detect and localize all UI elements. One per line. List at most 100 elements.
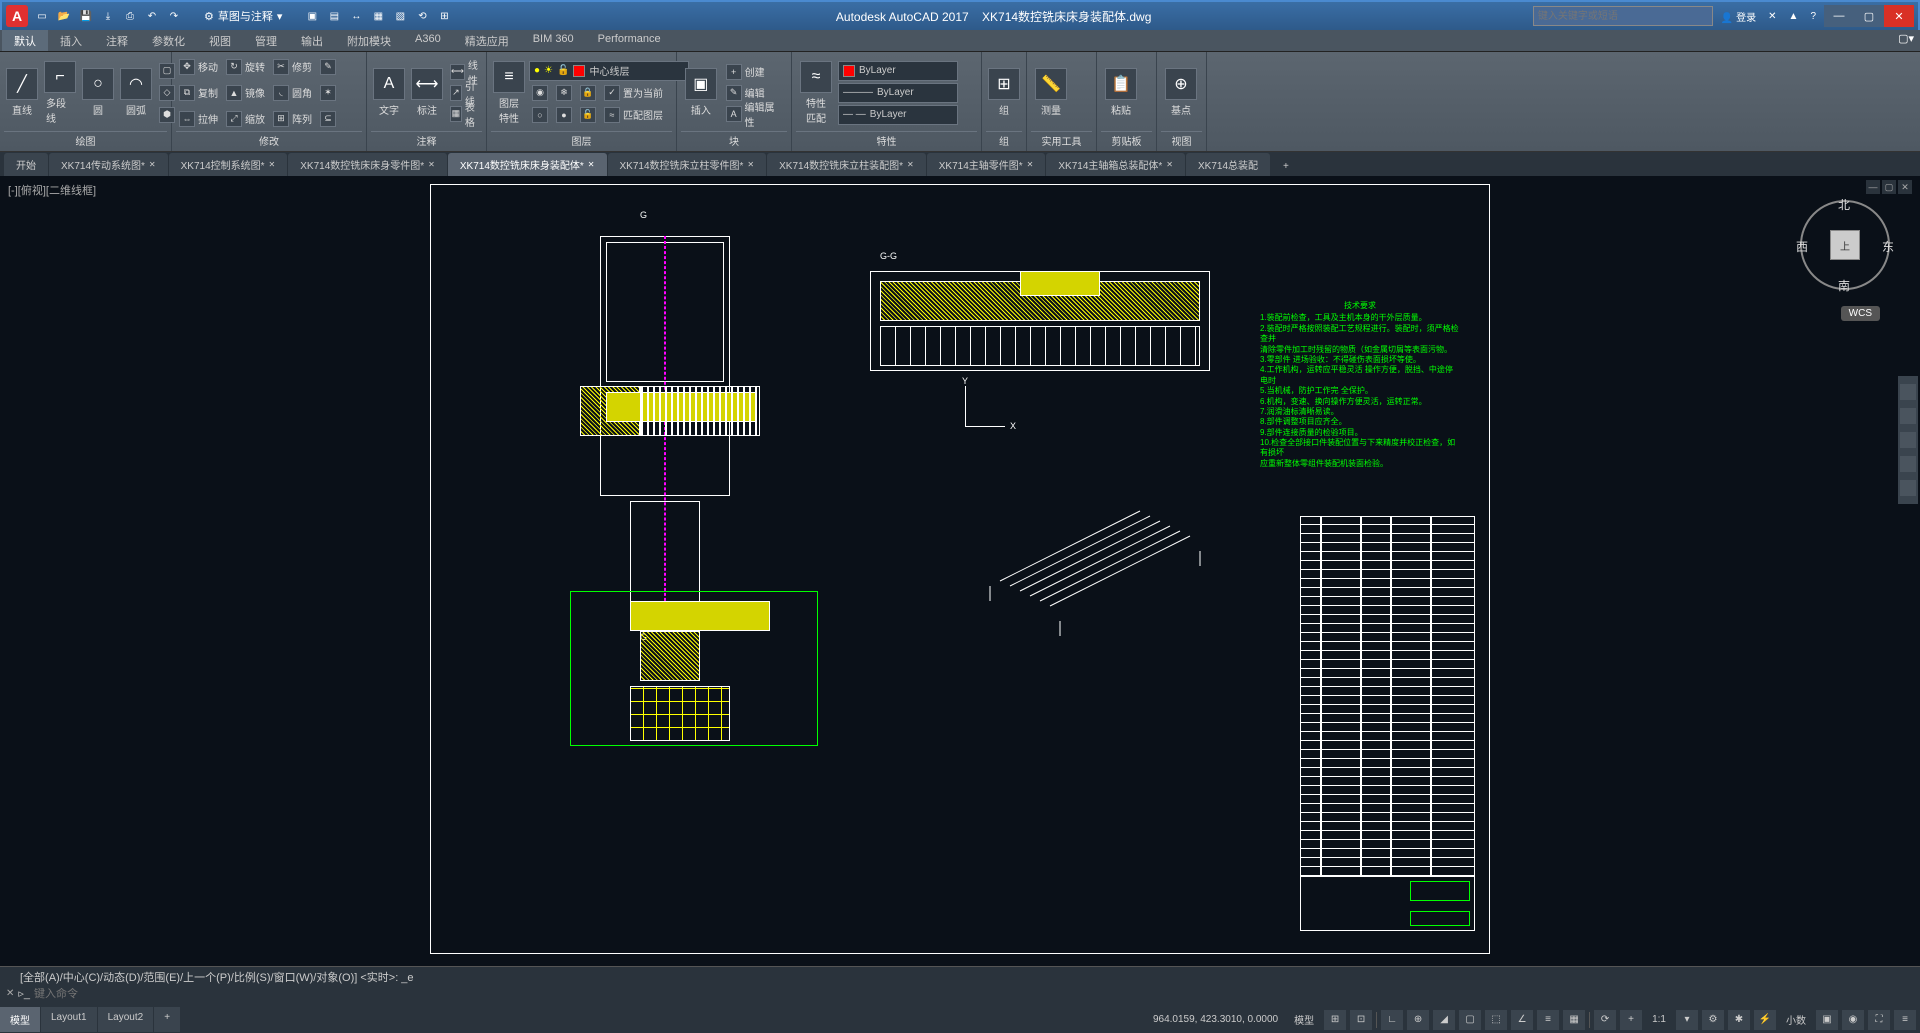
- vp-maximize-icon[interactable]: ▢: [1882, 180, 1896, 194]
- annotation-vis-icon[interactable]: ✱: [1728, 1010, 1750, 1030]
- file-tab-active[interactable]: XK714数控铣床床身装配体*✕: [448, 153, 607, 176]
- rotate-button[interactable]: ↻旋转: [223, 57, 268, 77]
- help-search-input[interactable]: [1533, 6, 1713, 26]
- qat-open-icon[interactable]: 📂: [54, 6, 74, 26]
- hardware-accel-icon[interactable]: ⚡: [1754, 1010, 1776, 1030]
- cycling-toggle-icon[interactable]: ⟳: [1594, 1010, 1616, 1030]
- layer-lock-button[interactable]: 🔒: [577, 83, 599, 103]
- signin-button[interactable]: 👤 登录: [1721, 9, 1756, 24]
- maximize-button[interactable]: ▢: [1854, 5, 1884, 27]
- annomonitor-icon[interactable]: +: [1620, 1010, 1642, 1030]
- close-icon[interactable]: ✕: [747, 160, 754, 169]
- viewcube-west[interactable]: 西: [1796, 238, 1808, 255]
- fillet-button[interactable]: ◟圆角: [270, 83, 315, 103]
- file-tab[interactable]: XK714传动系统图*✕: [49, 153, 168, 176]
- qat-saveas-icon[interactable]: ⤓: [98, 6, 118, 26]
- ribbon-help-icon[interactable]: ▢▾: [1892, 30, 1920, 51]
- cleanscreen-icon[interactable]: ⛶: [1868, 1010, 1890, 1030]
- file-tab[interactable]: XK714主轴箱总装配体*✕: [1046, 153, 1185, 176]
- stretch-button[interactable]: ⇔拉伸: [176, 109, 221, 129]
- file-tab[interactable]: XK714数控铣床床身零件图*✕: [288, 153, 447, 176]
- qat-undo-icon[interactable]: ↶: [142, 6, 162, 26]
- qat-btn-5[interactable]: ▧: [390, 6, 410, 26]
- nav-pan-icon[interactable]: [1900, 384, 1916, 400]
- workspace-switcher[interactable]: ⚙ 草图与注释 ▾: [204, 8, 282, 24]
- customize-icon[interactable]: ≡: [1894, 1010, 1916, 1030]
- make-current-button[interactable]: ✓置为当前: [601, 83, 666, 103]
- close-icon[interactable]: ✕: [1166, 160, 1173, 169]
- layer-off-button[interactable]: ○: [529, 105, 551, 125]
- help-icon[interactable]: ?: [1810, 11, 1816, 22]
- ribbon-tab-addins[interactable]: 附加模块: [335, 30, 403, 51]
- layer-on-button[interactable]: ●: [553, 105, 575, 125]
- layout-tab-1[interactable]: Layout1: [41, 1007, 97, 1032]
- viewport-label[interactable]: [-][俯视][二维线框]: [8, 182, 96, 198]
- explode-button[interactable]: ✶: [317, 83, 339, 103]
- circle-button[interactable]: ○圆: [80, 64, 116, 121]
- qat-btn-4[interactable]: ▦: [368, 6, 388, 26]
- insert-block-button[interactable]: ▣插入: [681, 64, 721, 121]
- units-label[interactable]: 小数: [1780, 1012, 1812, 1027]
- osnap-toggle-icon[interactable]: ▢: [1459, 1010, 1481, 1030]
- file-tab[interactable]: 开始: [4, 153, 48, 176]
- ribbon-tab-view[interactable]: 视图: [197, 30, 243, 51]
- layer-props-button[interactable]: ≡图层 特性: [491, 57, 527, 129]
- dimension-button[interactable]: ⟷标注: [409, 64, 445, 121]
- layer-freeze-button[interactable]: ❄: [553, 83, 575, 103]
- vp-close-icon[interactable]: ✕: [1898, 180, 1912, 194]
- group-button[interactable]: ⊞组: [986, 64, 1022, 121]
- match-layer-button[interactable]: ≈匹配图层: [601, 105, 666, 125]
- lineweight-toggle-icon[interactable]: ≡: [1537, 1010, 1559, 1030]
- layout-tab-2[interactable]: Layout2: [98, 1007, 154, 1032]
- layout-tab-model[interactable]: 模型: [0, 1007, 40, 1032]
- ribbon-tab-performance[interactable]: Performance: [586, 30, 673, 51]
- qat-new-icon[interactable]: ▭: [32, 6, 52, 26]
- trim-button[interactable]: ✂修剪: [270, 57, 315, 77]
- polar-toggle-icon[interactable]: ⊕: [1407, 1010, 1429, 1030]
- file-tab[interactable]: XK714总装配: [1186, 153, 1270, 176]
- nav-zoom-icon[interactable]: [1900, 408, 1916, 424]
- move-button[interactable]: ✥移动: [176, 57, 221, 77]
- viewcube-east[interactable]: 东: [1882, 238, 1894, 255]
- linetype-dropdown[interactable]: — —ByLayer: [838, 105, 958, 125]
- arc-button[interactable]: ◠圆弧: [118, 64, 154, 121]
- mirror-button[interactable]: ▲镜像: [223, 83, 268, 103]
- qat-btn-7[interactable]: ⊞: [434, 6, 454, 26]
- copy-button[interactable]: ⧉复制: [176, 83, 221, 103]
- ribbon-tab-insert[interactable]: 插入: [48, 30, 94, 51]
- create-block-button[interactable]: +创建: [723, 62, 787, 82]
- layer-unlock-button[interactable]: 🔓: [577, 105, 599, 125]
- lineweight-dropdown[interactable]: ———ByLayer: [838, 83, 958, 103]
- viewcube-face[interactable]: 上: [1830, 230, 1860, 260]
- new-tab-button[interactable]: +: [1271, 157, 1301, 176]
- vp-minimize-icon[interactable]: —: [1866, 180, 1880, 194]
- close-icon[interactable]: ✕: [907, 160, 914, 169]
- close-button[interactable]: ✕: [1884, 5, 1914, 27]
- text-button[interactable]: A文字: [371, 64, 407, 121]
- snap-toggle-icon[interactable]: ⊡: [1350, 1010, 1372, 1030]
- space-label[interactable]: 模型: [1288, 1012, 1320, 1027]
- file-tab[interactable]: XK714控制系统图*✕: [169, 153, 288, 176]
- qat-btn-1[interactable]: ▣: [302, 6, 322, 26]
- minimize-button[interactable]: —: [1824, 5, 1854, 27]
- file-tab[interactable]: XK714数控铣床立柱装配图*✕: [767, 153, 926, 176]
- isolate-icon[interactable]: ◉: [1842, 1010, 1864, 1030]
- command-input[interactable]: [34, 988, 1914, 1000]
- ribbon-tab-featured[interactable]: 精选应用: [453, 30, 521, 51]
- close-icon[interactable]: ✕: [588, 160, 595, 169]
- ribbon-tab-bim360[interactable]: BIM 360: [521, 30, 586, 51]
- qat-save-icon[interactable]: 💾: [76, 6, 96, 26]
- paste-button[interactable]: 📋粘贴: [1101, 64, 1141, 121]
- grid-toggle-icon[interactable]: ⊞: [1324, 1010, 1346, 1030]
- qat-btn-6[interactable]: ⟲: [412, 6, 432, 26]
- color-dropdown[interactable]: ByLayer: [838, 61, 958, 81]
- close-icon[interactable]: ✕: [149, 160, 156, 169]
- ribbon-tab-manage[interactable]: 管理: [243, 30, 289, 51]
- workspace-icon[interactable]: ⚙: [1702, 1010, 1724, 1030]
- basepoint-button[interactable]: ⊕基点: [1161, 64, 1201, 121]
- edit-attr-button[interactable]: A编辑属性: [723, 104, 787, 124]
- nav-showmotion-icon[interactable]: [1900, 480, 1916, 496]
- layer-dropdown[interactable]: ● ☀ 🔓 中心线层: [529, 61, 689, 81]
- annoscale-icon[interactable]: ▾: [1676, 1010, 1698, 1030]
- close-icon[interactable]: ✕: [428, 160, 435, 169]
